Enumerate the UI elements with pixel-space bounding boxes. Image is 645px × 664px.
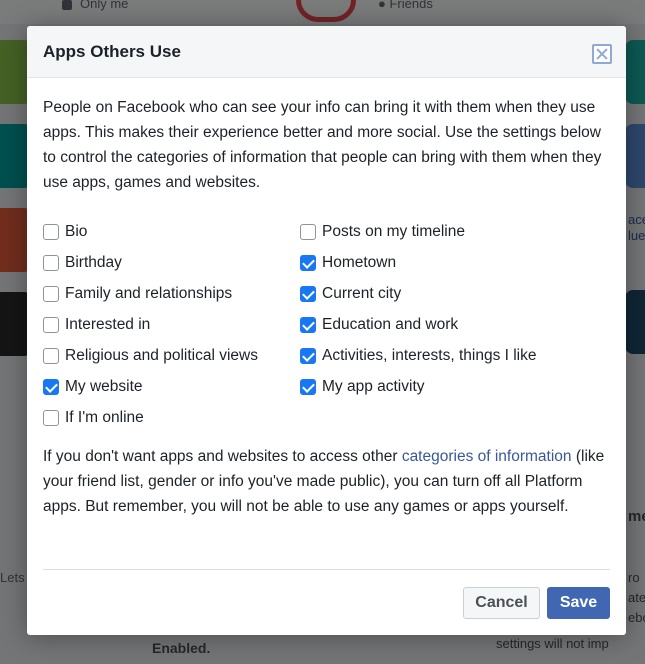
checkbox[interactable] <box>300 316 316 333</box>
dialog-body: People on Facebook who can see your info… <box>27 78 626 519</box>
checkbox-option-education-and-work[interactable]: Education and work <box>300 309 537 340</box>
dialog-footer: Cancel Save <box>43 569 610 635</box>
checkbox-label: Hometown <box>322 253 397 271</box>
checkbox[interactable] <box>300 347 316 364</box>
checkbox[interactable] <box>43 223 59 240</box>
apps-others-use-dialog: Apps Others Use People on Facebook who c… <box>27 26 626 635</box>
checkbox-option-birthday[interactable]: Birthday <box>43 247 258 278</box>
note-text-start: If you don't want apps and websites to a… <box>43 448 402 465</box>
checkbox-label: Religious and political views <box>65 346 258 364</box>
checkbox-option-family-and-relationships[interactable]: Family and relationships <box>43 278 258 309</box>
checkbox-label: Posts on my timeline <box>322 222 465 240</box>
checkbox-label: My website <box>65 377 143 395</box>
checkbox[interactable] <box>43 409 59 426</box>
checkbox-option-bio[interactable]: Bio <box>43 216 258 247</box>
checkbox[interactable] <box>300 378 316 395</box>
checkbox-option-current-city[interactable]: Current city <box>300 278 537 309</box>
checkbox-label: Activities, interests, things I like <box>322 346 537 364</box>
checkbox-option-interested-in[interactable]: Interested in <box>43 309 258 340</box>
checkbox-label: Bio <box>65 222 88 240</box>
dialog-title: Apps Others Use <box>43 42 181 61</box>
checkbox-label: Birthday <box>65 253 122 271</box>
cancel-button[interactable]: Cancel <box>463 587 540 619</box>
checkbox-label: Interested in <box>65 315 151 333</box>
save-button[interactable]: Save <box>547 587 610 619</box>
checkbox[interactable] <box>300 254 316 271</box>
checkbox-option-religious-and-political-views[interactable]: Religious and political views <box>43 340 258 371</box>
checkbox-option-my-app-activity[interactable]: My app activity <box>300 371 537 402</box>
intro-text: People on Facebook who can see your info… <box>43 99 602 191</box>
checkbox-option-if-i-m-online[interactable]: If I'm online <box>43 402 258 433</box>
checkbox-option-activities-interests-things-i-like[interactable]: Activities, interests, things I like <box>300 340 537 371</box>
checkbox-label: Current city <box>322 284 402 302</box>
checkbox-label: Education and work <box>322 315 459 333</box>
options-column-right: Posts on my timeline Hometown Current city… <box>300 216 537 402</box>
checkbox-label: Family and relationships <box>65 284 233 302</box>
checkbox[interactable] <box>43 285 59 302</box>
checkbox-option-my-website[interactable]: My website <box>43 371 258 402</box>
options-column-left: Bio Birthday Family and relationships Inter… <box>43 216 258 433</box>
checkbox[interactable] <box>300 223 316 240</box>
category-options: Bio Birthday Family and relationships Inter… <box>43 216 610 434</box>
checkbox-label: My app activity <box>322 377 425 395</box>
checkbox[interactable] <box>300 285 316 302</box>
checkbox[interactable] <box>43 378 59 395</box>
close-icon[interactable] <box>592 44 612 64</box>
checkbox[interactable] <box>43 316 59 333</box>
checkbox-label: If I'm online <box>65 408 144 426</box>
dialog-header: Apps Others Use <box>27 26 626 78</box>
checkbox[interactable] <box>43 347 59 364</box>
platform-note: If you don't want apps and websites to a… <box>43 444 613 519</box>
checkbox-option-hometown[interactable]: Hometown <box>300 247 537 278</box>
categories-of-information-link[interactable]: categories of information <box>402 448 572 465</box>
checkbox-option-posts-on-my-timeline[interactable]: Posts on my timeline <box>300 216 537 247</box>
checkbox[interactable] <box>43 254 59 271</box>
